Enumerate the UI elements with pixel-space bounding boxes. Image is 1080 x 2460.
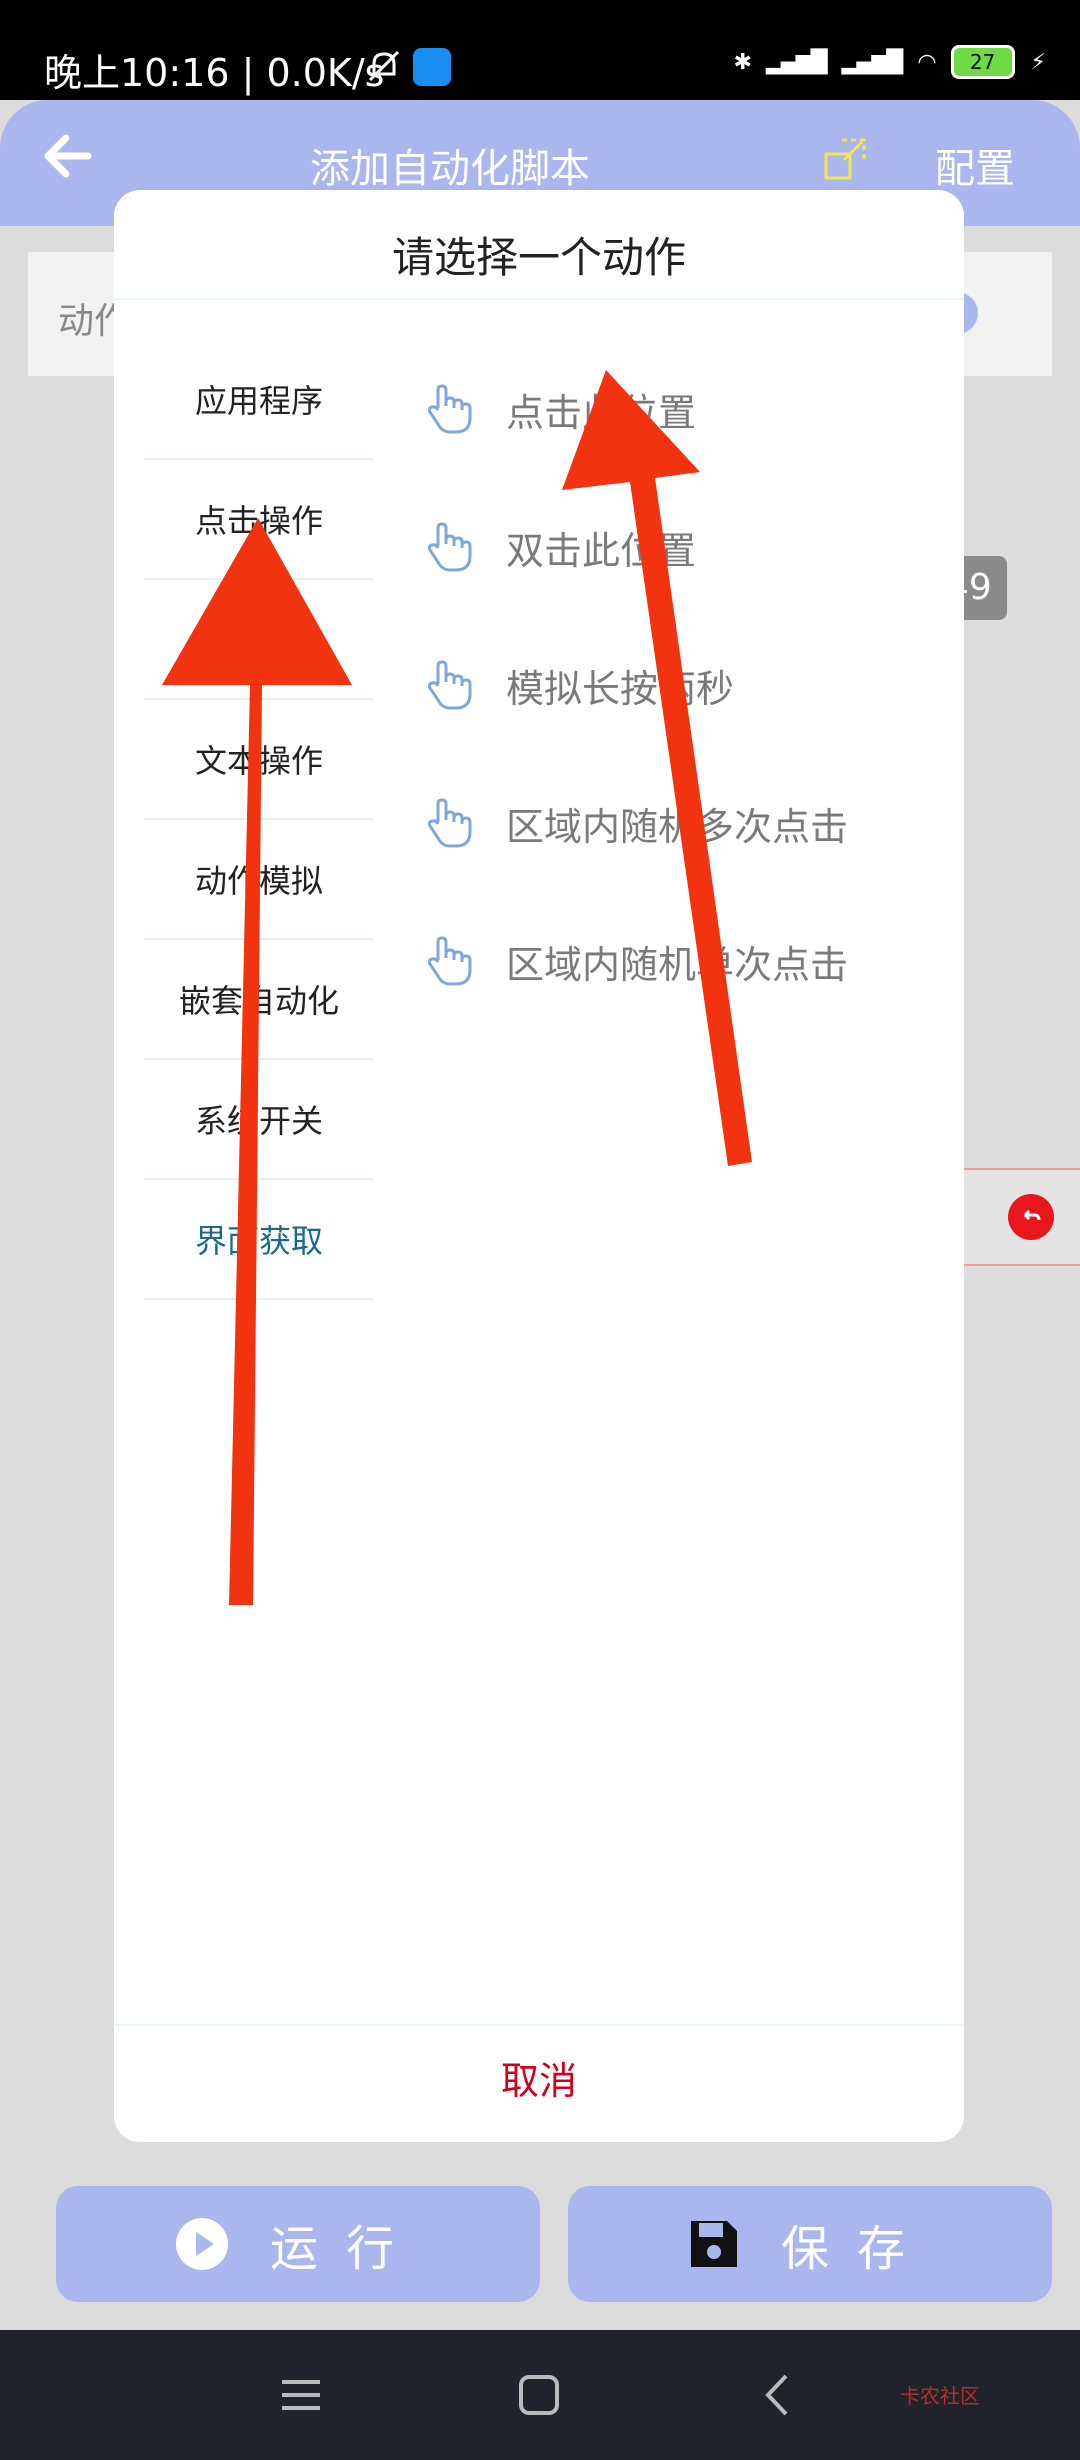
divider [114,2024,964,2026]
run-label: 运行 [269,2221,422,2277]
page-title: 添加自动化脚本 [310,146,590,192]
wifi-icon: ◠ [917,49,936,75]
action-item[interactable]: 区域内随机多次点击 [424,754,944,892]
bluetooth-icon: ✱ [733,49,752,75]
app-notification-icon [413,48,451,86]
home-icon[interactable] [516,2372,562,2418]
undo-icon [1008,1194,1054,1240]
battery-icon: 27 [950,45,1015,79]
signal-icon: ▂▄▆█ [765,49,828,75]
action-label: 模拟长按两秒 [506,666,735,711]
config-button[interactable]: 配置 [935,136,1015,194]
float-window-icon[interactable] [822,136,868,182]
tap-hand-icon [427,798,472,848]
status-bar: 晚上10:16 | 0.0K/s ✱ ▂▄▆█ ▂▄▆█ ◠ 27 ⚡ [0,0,1080,100]
back-arrow-icon[interactable] [38,126,98,186]
cancel-button[interactable]: 取消 [114,2050,964,2105]
system-nav-bar: 卡农社区 [0,2330,1080,2460]
tap-hand-icon [427,522,472,572]
category-item[interactable]: 界面获取 [144,1180,374,1300]
status-time-speed: 晚上10:16 | 0.0K/s [44,51,385,95]
category-item[interactable]: 文本操作 [144,700,374,820]
action-item[interactable]: 双击此位置 [424,478,944,616]
action-label: 区域内随机多次点击 [506,804,849,849]
category-item[interactable]: 系统开关 [144,1060,374,1180]
back-icon[interactable] [756,2372,802,2418]
save-button[interactable]: 保存 [568,2186,1052,2302]
category-list: 应用程序 点击操作 滑动操作 文本操作 动作模拟 嵌套自动化 系统开关 界面获取 [144,340,374,1300]
save-label: 保存 [780,2221,933,2277]
watermark: 卡农社区 [900,2384,980,2408]
tap-hand-icon [427,384,472,434]
action-label: 区域内随机单次点击 [506,942,849,987]
category-item[interactable]: 滑动操作 [144,580,374,700]
category-item[interactable]: 应用程序 [144,340,374,460]
signal-icon: ▂▄▆█ [841,49,904,75]
mute-bell-icon [368,50,400,82]
play-icon [175,2218,228,2270]
action-item[interactable]: 模拟长按两秒 [424,616,944,754]
status-icons: ✱ ▂▄▆█ ▂▄▆█ ◠ 27 ⚡ [733,45,1047,79]
tap-hand-icon [427,660,472,710]
dialog-title: 请选择一个动作 [391,233,686,282]
save-disk-icon [690,2221,737,2267]
divider [114,298,964,300]
floating-undo-button[interactable] [950,1168,1080,1266]
category-item[interactable]: 点击操作 [144,460,374,580]
charging-icon: ⚡ [1030,49,1047,75]
category-item[interactable]: 嵌套自动化 [144,940,374,1060]
action-label: 双击此位置 [506,528,697,573]
action-item[interactable]: 点击此位置 [424,340,944,478]
action-label: 点击此位置 [506,390,697,435]
tap-hand-icon [427,936,472,986]
action-item[interactable]: 区域内随机单次点击 [424,892,944,1030]
action-picker-dialog: 请选择一个动作 应用程序 点击操作 滑动操作 文本操作 动作模拟 嵌套自动化 系… [114,190,964,2142]
run-button[interactable]: 运行 [56,2186,540,2302]
category-item[interactable]: 动作模拟 [144,820,374,940]
menu-icon[interactable] [278,2372,324,2418]
action-list: 点击此位置 双击此位置 模拟长按两秒 区域内随机多次点击 区域内随机单次点击 [424,340,944,1030]
